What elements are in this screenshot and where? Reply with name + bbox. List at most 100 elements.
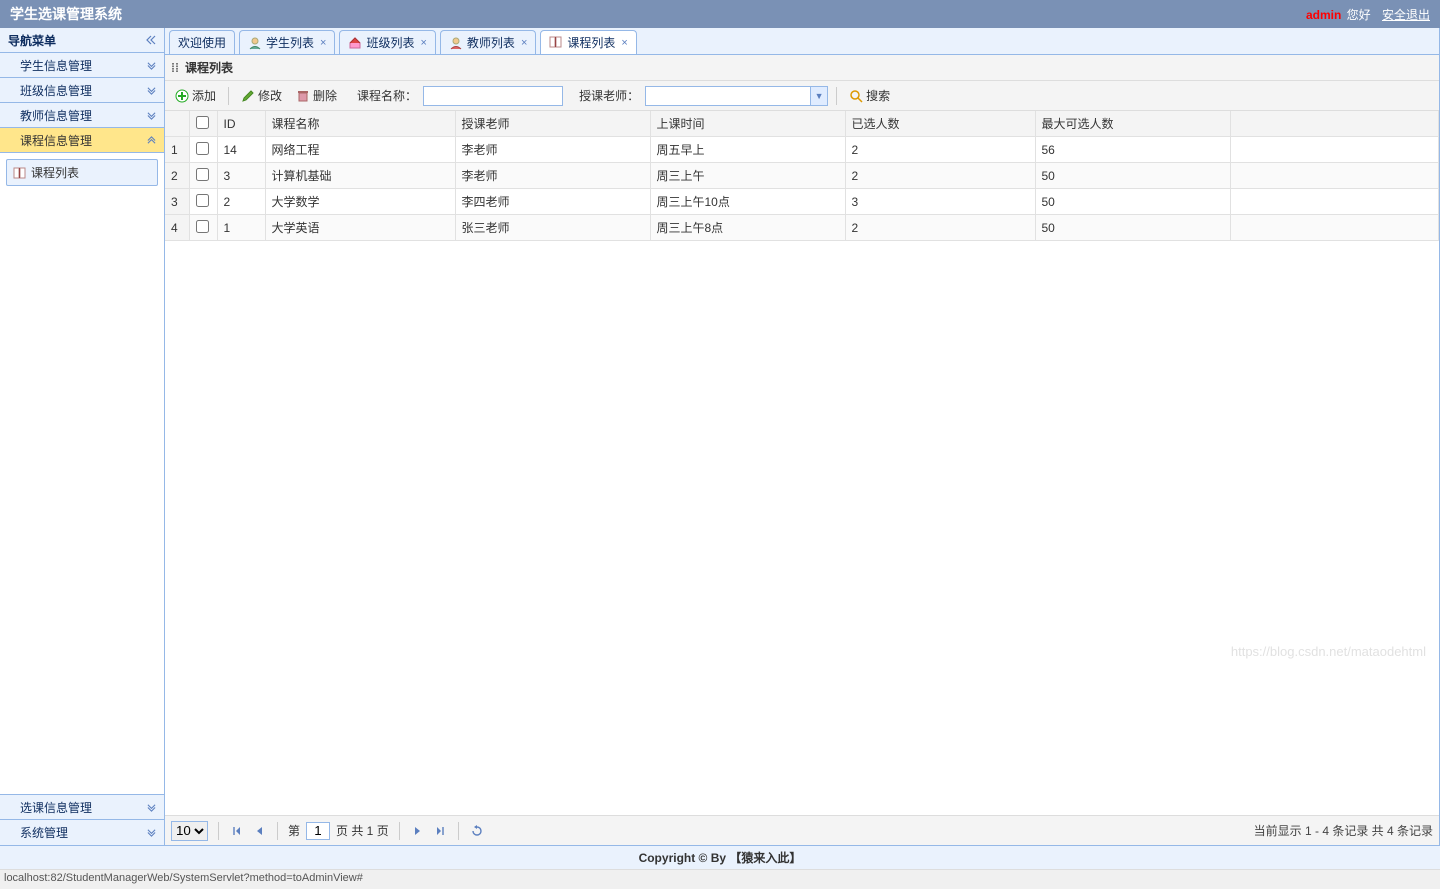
header-right: admin 您好 安全退出	[1306, 6, 1430, 23]
sidebar-item-system[interactable]: 系统管理	[0, 820, 164, 845]
nav-title-label: 导航菜单	[8, 32, 56, 49]
app-header: 学生选课管理系统 admin 您好 安全退出	[0, 0, 1440, 28]
col-checkbox	[189, 111, 217, 137]
book-icon	[13, 167, 27, 179]
sidebar-item-teacher[interactable]: 教师信息管理	[0, 103, 164, 128]
table-row[interactable]: 32大学数学李四老师周三上午10点350	[165, 189, 1439, 215]
footer: Copyright © By 【猿来入此】	[0, 845, 1440, 869]
cell-spacer	[1230, 163, 1439, 189]
prev-page-button[interactable]	[251, 823, 267, 839]
course-name-input[interactable]	[423, 86, 563, 106]
tree-node-label: 课程列表	[31, 164, 79, 181]
col-rownum	[165, 111, 189, 137]
chevron-up-icon	[147, 136, 156, 145]
chevron-down-icon[interactable]: ▼	[810, 86, 828, 106]
select-all-checkbox[interactable]	[196, 116, 209, 129]
row-number: 1	[165, 137, 189, 163]
search-button[interactable]: 搜索	[845, 85, 894, 106]
delete-button[interactable]: 删除	[292, 85, 341, 106]
tab-teachers[interactable]: 教师列表 ×	[440, 30, 536, 54]
tree-node-course-list[interactable]: 课程列表	[6, 159, 158, 186]
cell-selected: 2	[845, 163, 1035, 189]
teacher-label: 授课老师：	[579, 87, 639, 104]
page-input[interactable]	[306, 822, 330, 840]
panel-title-bar: ⁞⁞ 课程列表	[165, 55, 1439, 81]
col-max[interactable]: 最大可选人数	[1035, 111, 1230, 137]
sidebar-item-label: 教师信息管理	[20, 107, 92, 124]
close-icon[interactable]: ×	[420, 37, 426, 49]
close-icon[interactable]: ×	[621, 37, 627, 49]
teacher-combo-input[interactable]	[645, 86, 810, 106]
user-icon	[248, 36, 262, 50]
tab-classes[interactable]: 班级列表 ×	[339, 30, 435, 54]
row-checkbox-cell	[189, 189, 217, 215]
col-id[interactable]: ID	[217, 111, 265, 137]
row-checkbox[interactable]	[196, 220, 209, 233]
logout-link[interactable]: 安全退出	[1382, 8, 1430, 22]
tab-courses[interactable]: 课程列表 ×	[540, 30, 636, 54]
pager-info: 当前显示 1 - 4 条记录 共 4 条记录	[1254, 822, 1433, 839]
row-checkbox[interactable]	[196, 194, 209, 207]
main: 欢迎使用 学生列表 × 班级列表 × 教师列表 ×	[165, 28, 1440, 845]
table-row[interactable]: 41大学英语张三老师周三上午8点250	[165, 215, 1439, 241]
sidebar-item-label: 学生信息管理	[20, 57, 92, 74]
teacher-icon	[449, 36, 463, 50]
close-icon[interactable]: ×	[320, 37, 326, 49]
cell-max: 50	[1035, 189, 1230, 215]
col-teacher[interactable]: 授课老师	[455, 111, 650, 137]
cell-teacher: 李老师	[455, 137, 650, 163]
course-name-label: 课程名称：	[357, 87, 417, 104]
copyright: Copyright © By 【猿来入此】	[639, 849, 802, 866]
next-page-button[interactable]	[410, 823, 426, 839]
sidebar-item-label: 系统管理	[20, 824, 68, 841]
cell-time: 周三上午	[650, 163, 845, 189]
row-checkbox[interactable]	[196, 142, 209, 155]
current-user: admin	[1306, 8, 1341, 22]
row-number: 4	[165, 215, 189, 241]
row-checkbox[interactable]	[196, 168, 209, 181]
first-page-button[interactable]	[229, 823, 245, 839]
table-row[interactable]: 114网络工程李老师周五早上256	[165, 137, 1439, 163]
close-icon[interactable]: ×	[521, 37, 527, 49]
separator	[228, 87, 229, 105]
row-checkbox-cell	[189, 137, 217, 163]
tab-students[interactable]: 学生列表 ×	[239, 30, 335, 54]
sidebar: 导航菜单 学生信息管理 班级信息管理 教师信息管理	[0, 28, 165, 845]
add-button[interactable]: 添加	[171, 85, 220, 106]
row-checkbox-cell	[189, 215, 217, 241]
teacher-combo[interactable]: ▼	[645, 86, 828, 106]
separator	[277, 822, 278, 840]
collapse-left-icon[interactable]	[146, 35, 156, 45]
cell-selected: 3	[845, 189, 1035, 215]
chevron-down-icon	[147, 803, 156, 812]
page-size-select[interactable]: 10	[171, 821, 208, 841]
refresh-button[interactable]	[469, 823, 485, 839]
col-name[interactable]: 课程名称	[265, 111, 455, 137]
plus-icon	[175, 89, 189, 103]
book-icon	[549, 36, 563, 50]
table-row[interactable]: 23计算机基础李老师周三上午250	[165, 163, 1439, 189]
sidebar-item-selection[interactable]: 选课信息管理	[0, 795, 164, 820]
chevron-down-icon	[147, 86, 156, 95]
chevron-down-icon	[147, 111, 156, 120]
toolbar: 添加 修改 删除 课程名称： 授课老师： ▼	[165, 81, 1439, 111]
sidebar-item-class[interactable]: 班级信息管理	[0, 78, 164, 103]
tab-label: 课程列表	[567, 34, 615, 51]
edit-button[interactable]: 修改	[237, 85, 286, 106]
cell-teacher: 张三老师	[455, 215, 650, 241]
col-time[interactable]: 上课时间	[650, 111, 845, 137]
tab-welcome[interactable]: 欢迎使用	[169, 30, 235, 54]
row-number: 3	[165, 189, 189, 215]
page-suffix: 页 共 1 页	[336, 822, 389, 839]
search-icon	[849, 89, 863, 103]
status-bar-url: localhost:82/StudentManagerWeb/SystemSer…	[0, 869, 1440, 889]
cell-max: 56	[1035, 137, 1230, 163]
last-page-button[interactable]	[432, 823, 448, 839]
sidebar-item-student[interactable]: 学生信息管理	[0, 53, 164, 78]
col-selected[interactable]: 已选人数	[845, 111, 1035, 137]
cell-time: 周三上午8点	[650, 215, 845, 241]
cell-id: 14	[217, 137, 265, 163]
sidebar-item-course[interactable]: 课程信息管理	[0, 128, 164, 153]
data-grid: ID 课程名称 授课老师 上课时间 已选人数 最大可选人数 114网络工程李老师…	[165, 111, 1439, 815]
row-number: 2	[165, 163, 189, 189]
